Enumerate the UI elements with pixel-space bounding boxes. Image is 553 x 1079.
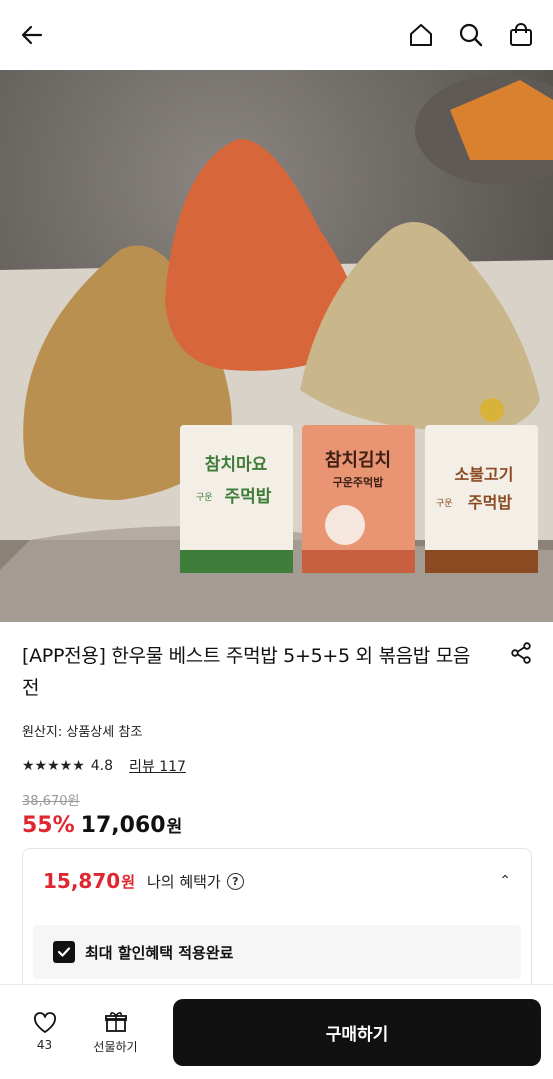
- svg-text:참치김치: 참치김치: [325, 450, 391, 471]
- package-tuna-kimchi: 참치김치 구운주먹밥: [302, 425, 415, 573]
- gift-icon: [104, 1011, 127, 1032]
- gift-button[interactable]: 선물하기: [93, 1010, 138, 1055]
- sale-price: 17,060: [80, 813, 166, 838]
- max-discount-row: 최대 할인혜택 적용완료: [33, 925, 521, 979]
- package-tuna-mayo: 참치마요 주먹밥 구운: [180, 425, 293, 573]
- max-discount-label: 최대 할인혜택 적용완료: [85, 943, 234, 962]
- bottom-action-bar: 43 선물하기 구매하기: [0, 984, 553, 1079]
- svg-text:구운: 구운: [436, 498, 453, 509]
- search-button[interactable]: [457, 21, 485, 49]
- rating-row: ★★★★★ 4.8 리뷰 117: [22, 756, 532, 776]
- discount-rate: 55%: [22, 813, 75, 838]
- svg-text:구운주먹밥: 구운주먹밥: [333, 475, 384, 489]
- price-unit: 원: [166, 817, 183, 837]
- svg-text:주먹밥: 주먹밥: [225, 487, 272, 507]
- like-button[interactable]: 43: [22, 1012, 67, 1052]
- product-title: [APP전용] 한우물 베스트 주먹밥 5+5+5 외 볶음밥 모음전: [22, 645, 471, 699]
- product-info: [APP전용] 한우물 베스트 주먹밥 5+5+5 외 볶음밥 모음전 원산지:…: [22, 640, 532, 838]
- buy-button[interactable]: 구매하기: [173, 998, 541, 1066]
- package-bulgogi: 소불고기 주먹밥 구운: [425, 425, 538, 573]
- cart-button[interactable]: [507, 21, 535, 49]
- benefit-price-unit: 원: [121, 872, 135, 891]
- shopping-bag-icon: [510, 23, 532, 46]
- chevron-up-icon[interactable]: ⌃: [499, 873, 511, 889]
- benefit-panel: 15,870 원 나의 혜택가 ? ⌃ 최대 할인혜택 적용완료: [22, 848, 532, 998]
- check-icon: [57, 947, 71, 957]
- benefit-header[interactable]: 15,870 원 나의 혜택가 ? ⌃: [23, 849, 531, 913]
- svg-text:주먹밥: 주먹밥: [468, 493, 512, 512]
- share-button[interactable]: [510, 642, 532, 668]
- help-icon[interactable]: ?: [226, 872, 244, 890]
- home-icon: [410, 24, 432, 46]
- home-button[interactable]: [407, 21, 435, 49]
- svg-text:참치마요: 참치마요: [205, 454, 268, 475]
- original-price: 38,670원: [22, 794, 80, 809]
- rating-score: 4.8: [90, 758, 114, 774]
- max-discount-checkbox[interactable]: [53, 941, 75, 963]
- share-icon: [511, 642, 531, 664]
- svg-text:구운: 구운: [196, 492, 213, 503]
- gift-label: 선물하기: [93, 1039, 138, 1054]
- svg-text:소불고기: 소불고기: [455, 465, 514, 484]
- arrow-left-icon: [21, 25, 43, 45]
- product-image[interactable]: 참치마요 주먹밥 구운 참치김치 구운주먹밥 소불고기 주먹밥 구운: [0, 70, 553, 622]
- star-rating-icon: ★★★★★: [22, 758, 85, 774]
- price-row: 55% 17,060 원: [22, 812, 532, 838]
- origin-text: 원산지: 상품상세 참조: [22, 725, 143, 740]
- benefit-label: 나의 혜택가: [147, 872, 221, 891]
- reviews-link[interactable]: 리뷰 117: [129, 756, 186, 776]
- top-bar: [0, 0, 553, 70]
- search-icon: [459, 23, 483, 47]
- benefit-price: 15,870: [43, 869, 121, 893]
- back-button[interactable]: [18, 21, 46, 49]
- heart-icon: [33, 1012, 56, 1033]
- like-count: 43: [36, 1038, 53, 1052]
